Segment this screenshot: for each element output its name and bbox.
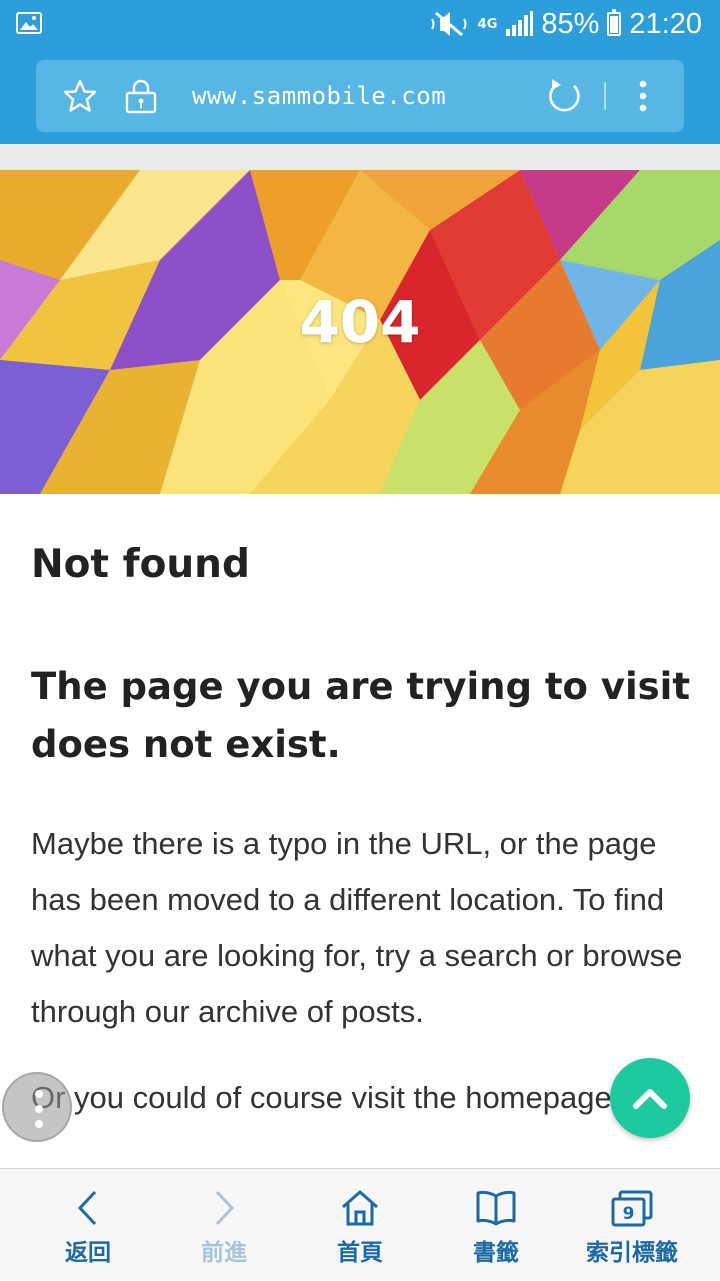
nav-tabs[interactable]: 9 索引標籤 [560, 1169, 704, 1281]
nav-forward-label: 前進 [201, 1240, 247, 1266]
network-type: 4G [477, 16, 498, 32]
browser-bottom-nav: 返回 前進 首頁 書籤 9 索引標籤 [0, 1168, 720, 1280]
browser-toolbar: www.sammobile.com [0, 48, 720, 144]
battery-icon [607, 9, 622, 36]
clock: 21:20 [629, 7, 702, 40]
chevron-up-icon [633, 1089, 667, 1109]
address-bar[interactable]: www.sammobile.com [36, 60, 684, 132]
toolbar-divider [604, 82, 606, 110]
nav-forward[interactable]: 前進 [152, 1169, 296, 1281]
reload-icon[interactable] [544, 76, 584, 116]
signal-icon [506, 11, 534, 36]
forward-icon [215, 1190, 235, 1226]
mute-icon [430, 11, 467, 37]
scroll-to-top-button[interactable] [610, 1058, 690, 1138]
page-top-strip [0, 144, 720, 170]
vertical-dot [35, 1120, 43, 1128]
back-icon [77, 1190, 97, 1226]
nav-back-label: 返回 [65, 1240, 111, 1266]
error-code: 404 [299, 288, 421, 356]
error-description: Maybe there is a typo in the URL, or the… [31, 826, 683, 1029]
tab-count-badge: 9 [623, 1204, 635, 1224]
url-text[interactable]: www.sammobile.com [192, 82, 446, 110]
more-icon[interactable] [630, 78, 656, 114]
error-heading: The page you are trying to visit does no… [31, 665, 691, 766]
battery-percentage: 85% [541, 7, 600, 40]
star-icon[interactable] [62, 78, 98, 114]
assistive-menu-button[interactable] [2, 1072, 72, 1142]
gallery-icon [16, 12, 42, 34]
nav-back[interactable]: 返回 [16, 1169, 160, 1281]
nav-tabs-label: 索引標籤 [586, 1240, 678, 1266]
nav-bookmarks[interactable]: 書籤 [424, 1169, 568, 1281]
article-content: Not found The page you are trying to vis… [31, 536, 691, 1126]
status-bar: 4G 85% 21:20 [0, 0, 720, 48]
homepage-suggestion: Or you could of course visit the homepag… [31, 1080, 612, 1115]
status-right: 4G 85% 21:20 [430, 6, 702, 42]
lock-icon[interactable] [124, 78, 158, 114]
hero-banner: 404 [0, 170, 720, 494]
home-icon [342, 1190, 378, 1226]
nav-home[interactable]: 首頁 [288, 1169, 432, 1281]
bookmarks-icon [476, 1190, 516, 1226]
vertical-dot [35, 1105, 43, 1113]
page-title: Not found [31, 542, 250, 587]
vertical-dots-icon [35, 1090, 43, 1098]
nav-bookmarks-label: 書籤 [473, 1240, 519, 1266]
nav-home-label: 首頁 [337, 1240, 383, 1266]
tabs-icon: 9 [611, 1190, 653, 1227]
